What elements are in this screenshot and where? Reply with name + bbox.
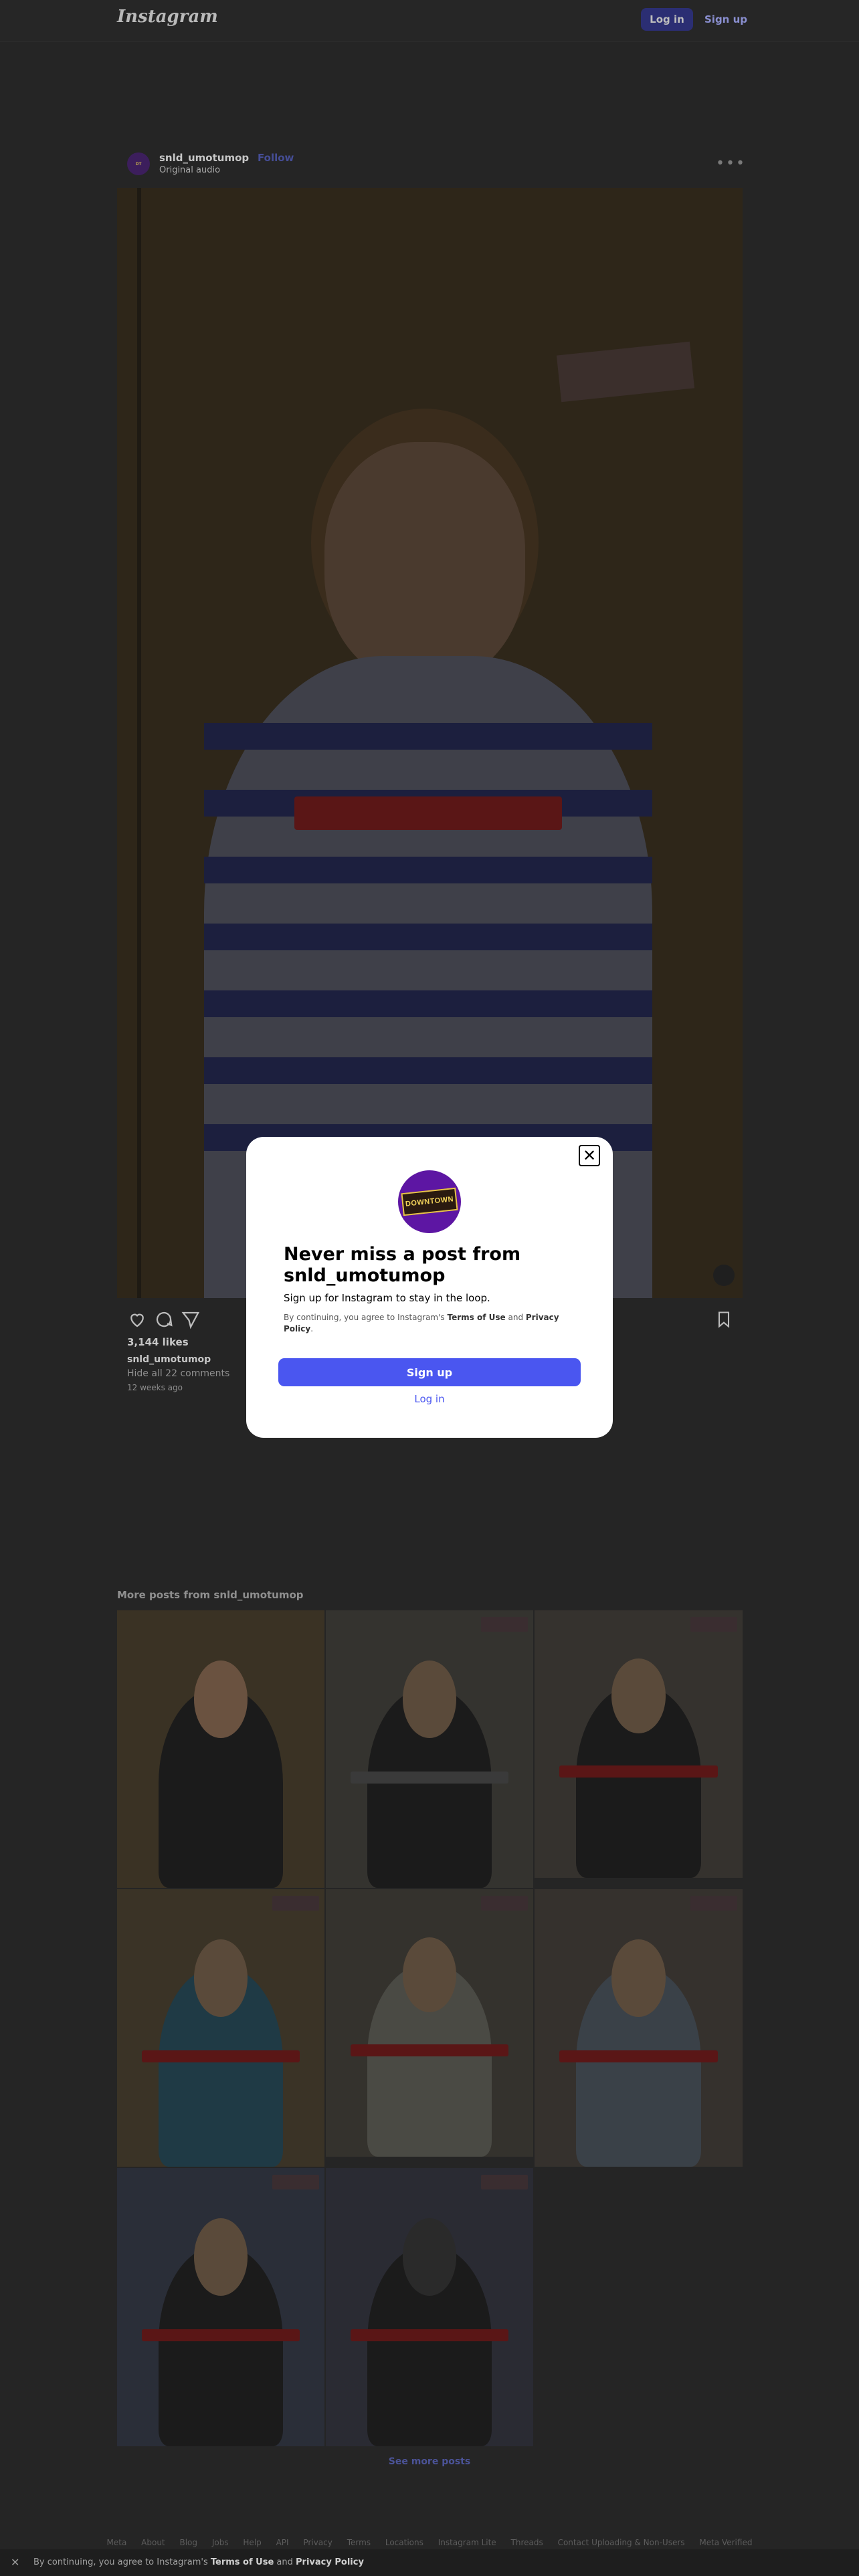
footer-link[interactable]: Blog <box>179 2538 197 2547</box>
audio-label[interactable]: Original audio <box>159 165 220 175</box>
footer-link[interactable]: Locations <box>385 2538 423 2547</box>
modal-title: Never miss a post from snld_umotumop <box>284 1244 521 1286</box>
login-button[interactable]: Log in <box>641 8 693 31</box>
footer-links: Meta About Blog Jobs Help API Privacy Te… <box>67 2538 792 2547</box>
grid-post[interactable] <box>326 1610 533 1888</box>
avatar[interactable]: DT <box>127 152 150 175</box>
footer-link[interactable]: Threads <box>511 2538 543 2547</box>
close-icon[interactable]: ✕ <box>579 1145 600 1166</box>
follow-button[interactable]: Follow <box>258 152 294 164</box>
post-timestamp: 12 weeks ago <box>127 1383 183 1392</box>
terms-link[interactable]: Terms of Use <box>211 2557 274 2567</box>
bookmark-icon[interactable] <box>714 1309 733 1329</box>
downtown-logo: DOWNTOWN <box>401 1187 458 1216</box>
see-more-posts-link[interactable]: See more posts <box>0 2456 859 2467</box>
grid-post[interactable] <box>326 1889 533 2157</box>
comment-icon[interactable] <box>154 1309 174 1329</box>
comments-link[interactable]: Hide all 22 comments <box>127 1368 229 1379</box>
grid-post[interactable] <box>535 1889 743 2167</box>
footer-link[interactable]: Contact Uploading & Non-Users <box>558 2538 685 2547</box>
footer-link[interactable]: About <box>141 2538 165 2547</box>
post-video[interactable] <box>117 188 743 1298</box>
footer-link[interactable]: API <box>276 2538 289 2547</box>
grid-post[interactable] <box>117 1889 324 2167</box>
grid-post[interactable] <box>535 1610 743 1878</box>
like-count[interactable]: 3,144 likes <box>127 1336 189 1348</box>
more-posts-grid <box>117 1610 743 2446</box>
terms-link[interactable]: Terms of Use <box>448 1313 506 1322</box>
avatar: DOWNTOWN <box>398 1170 461 1233</box>
close-icon[interactable]: ✕ <box>11 2556 19 2569</box>
footer-link[interactable]: Privacy <box>303 2538 332 2547</box>
modal-signup-button[interactable]: Sign up <box>278 1358 581 1386</box>
cookie-and: and <box>276 2557 293 2567</box>
modal-legal-text: By continuing, you agree to Instagram's … <box>284 1313 559 1333</box>
more-posts-title[interactable]: More posts from snld_umotumop <box>117 1589 304 1601</box>
instagram-logo[interactable]: Instagram <box>117 7 218 27</box>
footer-link[interactable]: Meta Verified <box>699 2538 752 2547</box>
more-options-icon[interactable]: ••• <box>716 155 746 172</box>
footer-link[interactable]: Help <box>243 2538 261 2547</box>
share-icon[interactable] <box>181 1309 201 1329</box>
modal-login-link[interactable]: Log in <box>0 1393 859 1405</box>
footer-link[interactable]: Jobs <box>212 2538 229 2547</box>
caption-username[interactable]: snld_umotumop <box>127 1354 211 1365</box>
signup-link[interactable]: Sign up <box>702 8 749 31</box>
cookie-text: By continuing, you agree to Instagram's … <box>33 2557 364 2567</box>
post-username[interactable]: snld_umotumop <box>159 152 249 164</box>
mute-icon[interactable] <box>713 1265 735 1286</box>
heart-icon[interactable] <box>127 1309 147 1329</box>
legal-and: and <box>508 1313 524 1322</box>
legal-prefix: By continuing, you agree to Instagram's <box>284 1313 445 1322</box>
footer-link[interactable]: Terms <box>347 2538 371 2547</box>
privacy-link[interactable]: Privacy Policy <box>296 2557 364 2567</box>
cookie-prefix: By continuing, you agree to Instagram's <box>33 2557 208 2567</box>
grid-post[interactable] <box>326 2168 533 2446</box>
grid-post[interactable] <box>117 2168 324 2446</box>
footer-link[interactable]: Instagram Lite <box>438 2538 496 2547</box>
grid-post[interactable] <box>117 1610 324 1888</box>
footer-link[interactable]: Meta <box>107 2538 127 2547</box>
modal-subtitle: Sign up for Instagram to stay in the loo… <box>284 1292 490 1304</box>
